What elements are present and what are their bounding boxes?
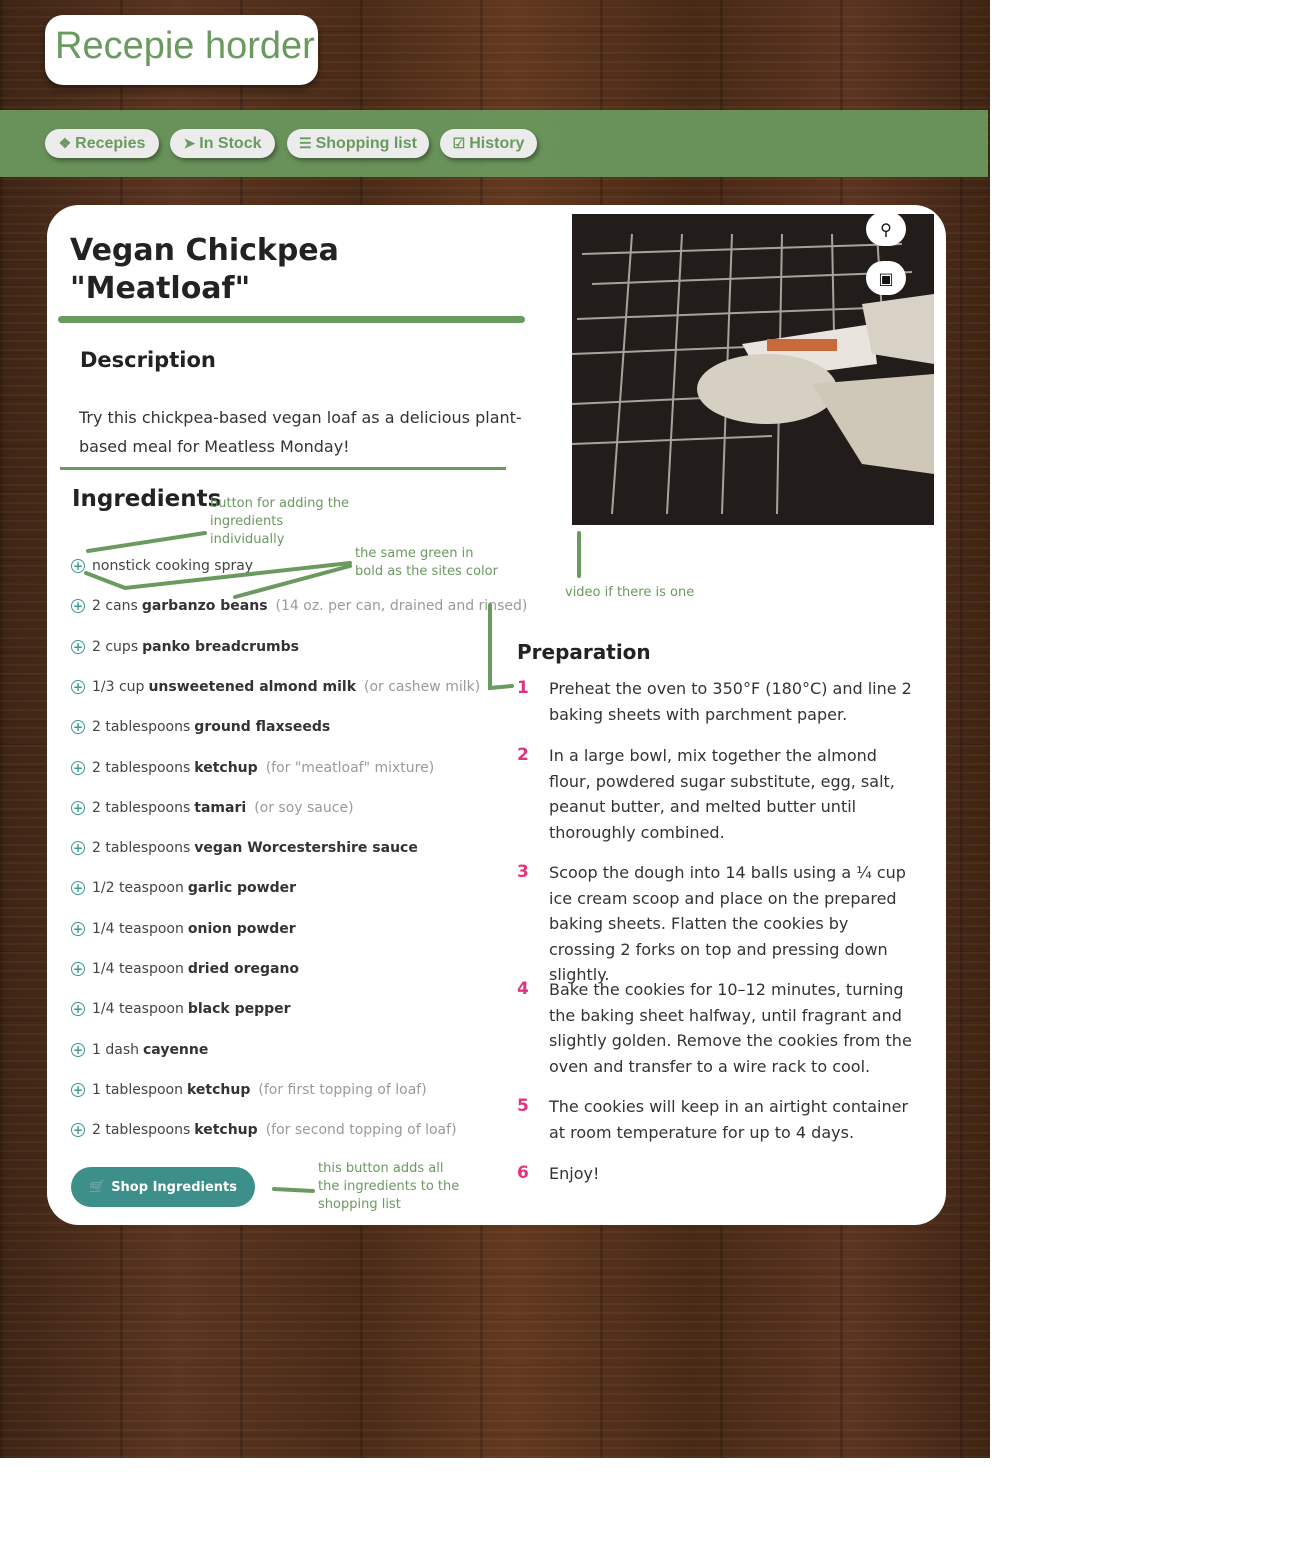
annotation-stroke — [272, 1187, 315, 1193]
annotation-stroke — [488, 603, 514, 691]
annotation-strokes — [84, 531, 581, 1193]
annotation-stroke — [86, 531, 207, 553]
